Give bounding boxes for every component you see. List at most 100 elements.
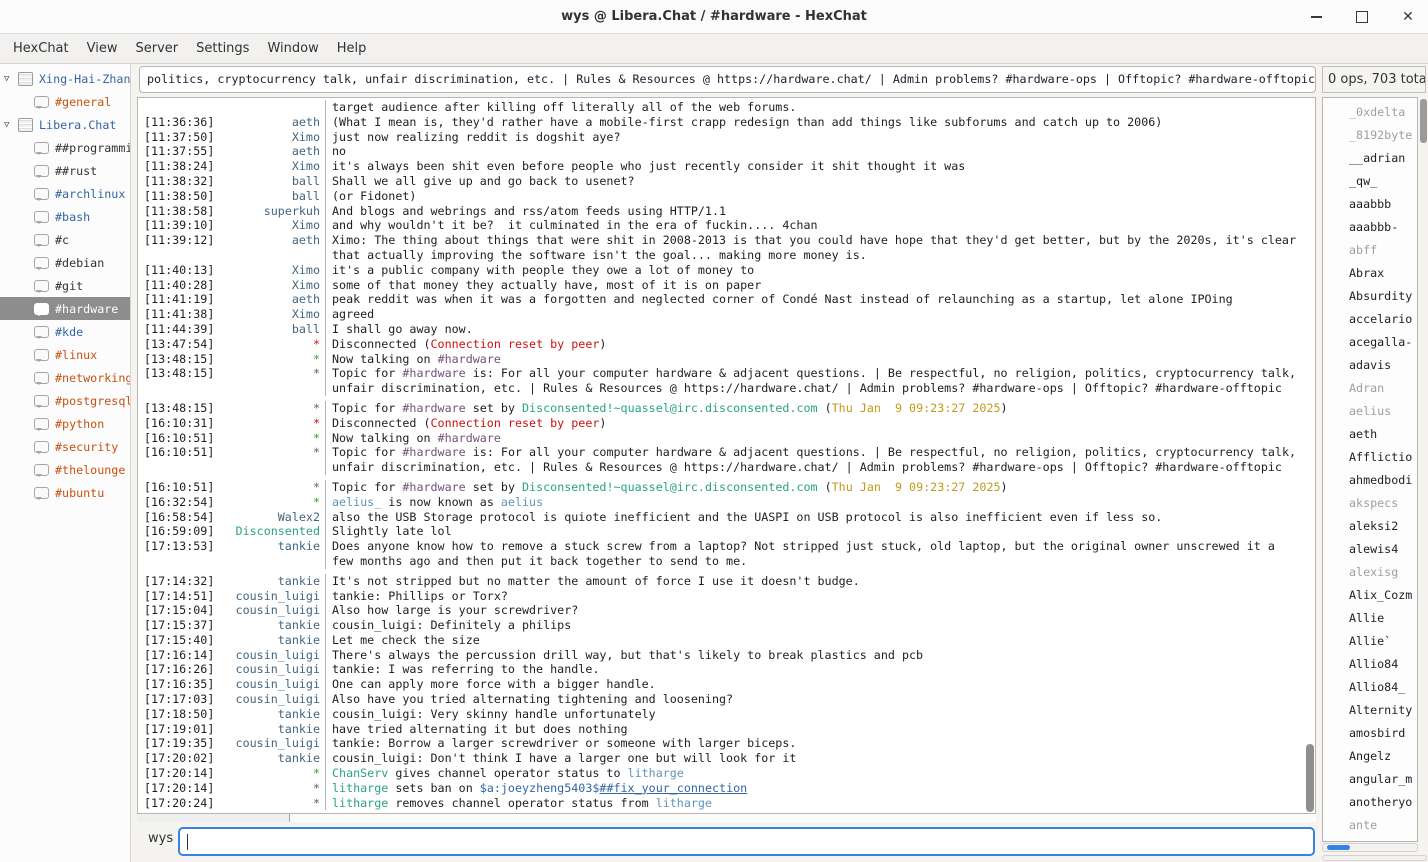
user-item-amosbird[interactable]: amosbird bbox=[1323, 722, 1417, 745]
user-item-Alix_Cozm[interactable]: Alix_Cozm bbox=[1323, 584, 1417, 607]
chat-line: [11:38:50]ball(or Fidonet) bbox=[144, 189, 1315, 204]
user-item-Allio84_[interactable]: Allio84_ bbox=[1323, 676, 1417, 699]
message-text: (What I mean is, they'd rather have a mo… bbox=[325, 115, 1300, 130]
user-item-aelius[interactable]: aelius bbox=[1323, 400, 1417, 423]
message-list: target audience after killing off litera… bbox=[137, 97, 1316, 814]
user-item-aaabbb[interactable]: aaabbb bbox=[1323, 193, 1417, 216]
minimize-button[interactable] bbox=[1308, 9, 1324, 25]
timestamp: [17:20:14] bbox=[144, 766, 222, 781]
user-item-anotheryo[interactable]: anotheryo bbox=[1323, 791, 1417, 814]
user-item-aaabbb-[interactable]: aaabbb- bbox=[1323, 216, 1417, 239]
channel-item-#postgresql[interactable]: #postgresql bbox=[0, 389, 130, 412]
timestamp: [17:14:32] bbox=[144, 574, 222, 589]
menu-item-window[interactable]: Window bbox=[258, 34, 327, 63]
channel-item-#python[interactable]: #python bbox=[0, 412, 130, 435]
channel-item-#c[interactable]: #c bbox=[0, 228, 130, 251]
menu-item-server[interactable]: Server bbox=[126, 34, 187, 63]
channel-item-#kde[interactable]: #kde bbox=[0, 320, 130, 343]
channel-item-#networking[interactable]: #networking bbox=[0, 366, 130, 389]
user-item-Alternity[interactable]: Alternity bbox=[1323, 699, 1417, 722]
userlist-vertical-scrollbar[interactable] bbox=[1420, 99, 1427, 143]
message-text: have tried alternating it but does nothi… bbox=[325, 722, 1300, 737]
chat-line: [17:15:04]cousin_luigiAlso how large is … bbox=[144, 603, 1315, 618]
menu-item-settings[interactable]: Settings bbox=[187, 34, 258, 63]
message-text: aelius_ is now known as aelius bbox=[325, 495, 1300, 510]
user-item-acegalla-[interactable]: acegalla- bbox=[1323, 331, 1417, 354]
user-item-Abrax[interactable]: Abrax bbox=[1323, 262, 1417, 285]
user-item-alexisg[interactable]: alexisg bbox=[1323, 561, 1417, 584]
message-text: Slightly late lol bbox=[325, 524, 1300, 539]
expander-icon[interactable]: ▽ bbox=[4, 120, 18, 130]
server-item-Xing-Hai-Zhan[interactable]: ▽Xing-Hai-Zhan bbox=[0, 67, 130, 90]
user-item-Allio84[interactable]: Allio84 bbox=[1323, 653, 1417, 676]
user-item-accelario[interactable]: accelario bbox=[1323, 308, 1417, 331]
user-item-Adran[interactable]: Adran bbox=[1323, 377, 1417, 400]
message-text: Now talking on #hardware bbox=[325, 431, 1300, 446]
nick: aeth bbox=[222, 233, 325, 263]
channel-item-#bash[interactable]: #bash bbox=[0, 205, 130, 228]
user-item-aeth[interactable]: aeth bbox=[1323, 423, 1417, 446]
tree-item-label: #python bbox=[55, 417, 130, 431]
channel-item-#security[interactable]: #security bbox=[0, 435, 130, 458]
chat-horizontal-scrollbar[interactable] bbox=[137, 814, 1316, 822]
nick: aeth bbox=[222, 292, 325, 307]
expander-icon[interactable]: ▽ bbox=[4, 74, 18, 84]
user-item-Allie[interactable]: Allie bbox=[1323, 607, 1417, 630]
user-item-ante[interactable]: ante bbox=[1323, 814, 1417, 837]
menu-item-view[interactable]: View bbox=[78, 34, 127, 63]
user-item-Angelz[interactable]: Angelz bbox=[1323, 745, 1417, 768]
nick: tankie bbox=[222, 751, 325, 766]
message-input[interactable] bbox=[178, 827, 1315, 856]
nick: Ximo bbox=[222, 278, 325, 293]
timestamp: [11:41:19] bbox=[144, 292, 222, 307]
channel-item-#linux[interactable]: #linux bbox=[0, 343, 130, 366]
user-item-adavis[interactable]: adavis bbox=[1323, 354, 1417, 377]
close-button[interactable]: ✕ bbox=[1400, 9, 1416, 25]
message-text: it's a public company with people they o… bbox=[325, 263, 1300, 278]
user-item-_0xdelta[interactable]: _0xdelta bbox=[1323, 101, 1417, 124]
user-item-Absurdity[interactable]: Absurdity bbox=[1323, 285, 1417, 308]
chat-horizontal-scrollbar-thumb[interactable] bbox=[137, 814, 290, 822]
chat-line: [11:39:12]aethXimo: The thing about thin… bbox=[144, 233, 1315, 263]
user-item-aleksi2[interactable]: aleksi2 bbox=[1323, 515, 1417, 538]
nick: cousin_luigi bbox=[222, 677, 325, 692]
user-item-akspecs[interactable]: akspecs bbox=[1323, 492, 1417, 515]
chat-vertical-scrollbar[interactable] bbox=[1306, 744, 1314, 812]
user-item-Allie`[interactable]: Allie` bbox=[1323, 630, 1417, 653]
user-item-alewis4[interactable]: alewis4 bbox=[1323, 538, 1417, 561]
timestamp bbox=[144, 100, 222, 115]
chat-line: [17:19:35]cousin_luigitankie: Borrow a l… bbox=[144, 736, 1315, 751]
user-item-Afflictio[interactable]: Afflictio bbox=[1323, 446, 1417, 469]
menu-item-help[interactable]: Help bbox=[328, 34, 376, 63]
topic-input[interactable]: politics, cryptocurrency talk, unfair di… bbox=[139, 66, 1316, 93]
user-item-__adrian[interactable]: __adrian bbox=[1323, 147, 1417, 170]
user-item-_qw_[interactable]: _qw_ bbox=[1323, 170, 1417, 193]
server-item-Libera.Chat[interactable]: ▽Libera.Chat bbox=[0, 113, 130, 136]
channel-icon bbox=[34, 487, 49, 499]
channel-item-#ubuntu[interactable]: #ubuntu bbox=[0, 481, 130, 504]
message-text: ChanServ gives channel operator status t… bbox=[325, 766, 1300, 781]
user-item-_8192byte[interactable]: _8192byte bbox=[1323, 124, 1417, 147]
channel-item-#debian[interactable]: #debian bbox=[0, 251, 130, 274]
channel-item-#thelounge[interactable]: #thelounge bbox=[0, 458, 130, 481]
message-text: agreed bbox=[325, 307, 1300, 322]
user-item-angular_m[interactable]: angular_m bbox=[1323, 768, 1417, 791]
chat-line: [16:10:51]*Topic for #hardware set by Di… bbox=[144, 480, 1315, 495]
menu-item-hexchat[interactable]: HexChat bbox=[4, 34, 78, 63]
channel-item-#archlinux[interactable]: #archlinux bbox=[0, 182, 130, 205]
timestamp: [11:44:39] bbox=[144, 322, 222, 337]
tree-item-label: ##rust bbox=[55, 164, 130, 178]
channel-icon bbox=[34, 372, 49, 384]
channel-item-#git[interactable]: #git bbox=[0, 274, 130, 297]
channel-item-##rust[interactable]: ##rust bbox=[0, 159, 130, 182]
channel-item-#general[interactable]: #general bbox=[0, 90, 130, 113]
user-item-abff[interactable]: abff bbox=[1323, 239, 1417, 262]
channel-item-##programming[interactable]: ##programming bbox=[0, 136, 130, 159]
message-text: target audience after killing off litera… bbox=[325, 100, 1300, 115]
userlist-horizontal-scrollbar-thumb[interactable] bbox=[1327, 845, 1350, 850]
user-item-ahmedbodi[interactable]: ahmedbodi bbox=[1323, 469, 1417, 492]
timestamp: [16:32:54] bbox=[144, 495, 222, 510]
nick-button[interactable]: wys bbox=[148, 831, 173, 846]
channel-item-#hardware[interactable]: #hardware bbox=[0, 297, 130, 320]
maximize-button[interactable] bbox=[1354, 9, 1370, 25]
